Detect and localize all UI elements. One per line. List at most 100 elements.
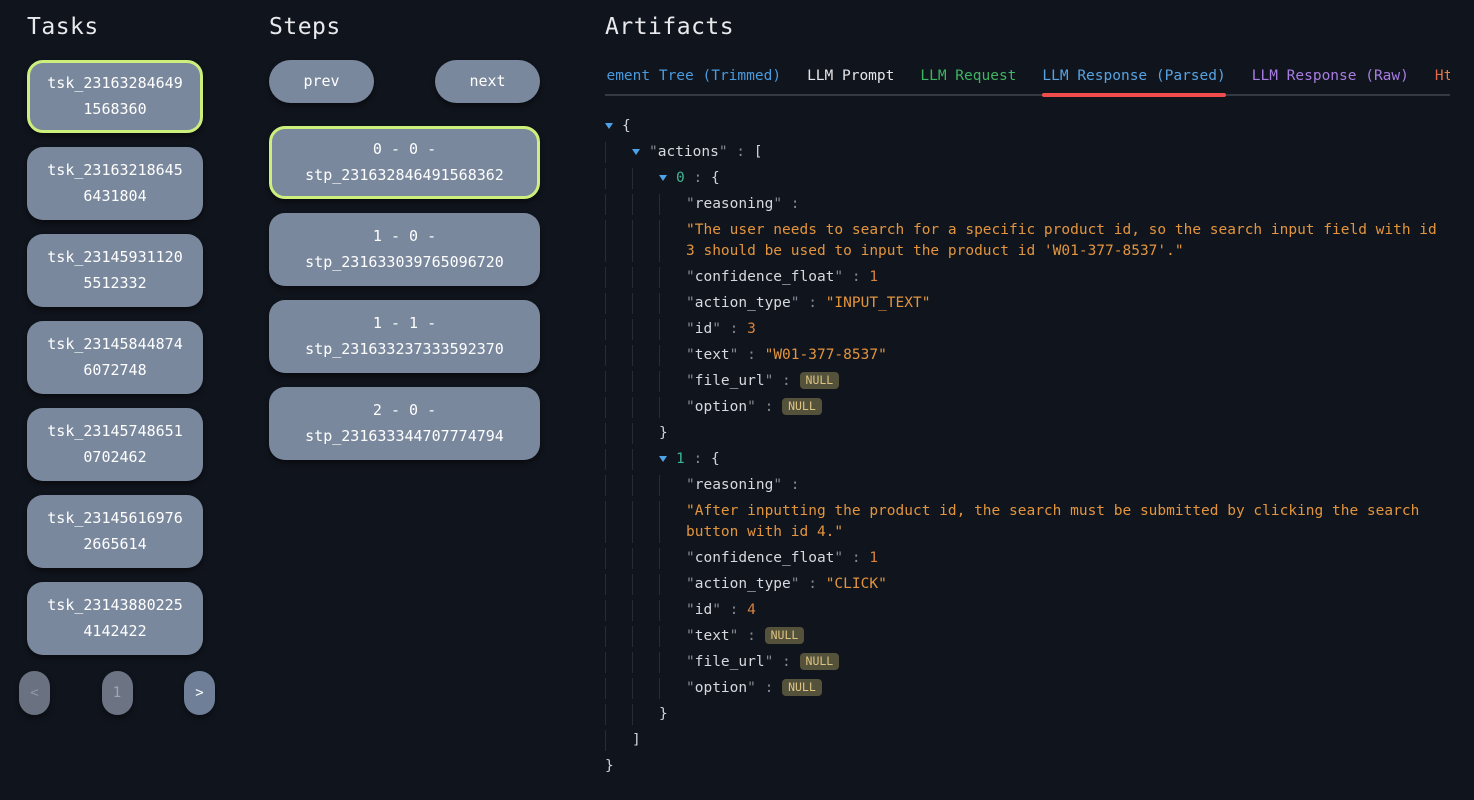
indent-guide: [605, 501, 632, 543]
indent-guide: [605, 652, 632, 673]
indent-guide: [605, 397, 632, 418]
next-step-button[interactable]: next: [435, 60, 540, 103]
json-key: option: [695, 399, 747, 415]
json-tree-row: }: [605, 420, 1450, 446]
task-button[interactable]: tsk_231632186456431804: [27, 147, 203, 220]
prev-step-button[interactable]: prev: [269, 60, 374, 103]
step-button[interactable]: 0 - 0 -stp_231632846491568362: [269, 126, 540, 199]
json-key: text: [695, 628, 730, 644]
json-tree-row: 0 : {: [605, 165, 1450, 191]
tasks-panel: Tasks tsk_231632846491568360tsk_23163218…: [27, 0, 203, 715]
json-key-quote: ": [686, 373, 695, 389]
json-row-content: "The user needs to search for a specific…: [686, 220, 1450, 262]
json-key-quote: ": [712, 321, 721, 337]
step-nav: prev next: [269, 60, 540, 103]
indent-guide: [659, 194, 686, 215]
indent-guide: [632, 626, 659, 647]
json-key-quote: ": [686, 295, 695, 311]
tab-element-tree-trimmed[interactable]: Element Tree (Trimmed): [605, 68, 781, 97]
indent-guide: [659, 501, 686, 543]
indent-guide: [659, 600, 686, 621]
step-prefix: 2 - 0 -: [373, 398, 436, 424]
json-key: id: [695, 602, 712, 618]
json-row-content: "option" : NULL: [686, 678, 1450, 699]
indent-guide: [605, 220, 632, 262]
json-row-content: "action_type" : "CLICK": [686, 574, 1450, 595]
json-key-quote: ": [686, 602, 695, 618]
json-row-content: "option" : NULL: [686, 397, 1450, 418]
json-colon: :: [843, 269, 869, 285]
tab-llm-request[interactable]: LLM Request: [920, 68, 1016, 97]
task-button[interactable]: tsk_231459311205512332: [27, 234, 203, 307]
json-key-quote: ": [686, 576, 695, 592]
collapse-arrow-icon[interactable]: [659, 449, 676, 462]
tab-llm-prompt[interactable]: LLM Prompt: [807, 68, 894, 97]
tab-llm-response-raw[interactable]: LLM Response (Raw): [1252, 68, 1409, 97]
json-colon: :: [685, 170, 711, 186]
json-row-content: "file_url" : NULL: [686, 371, 1450, 392]
indent-guide: [605, 194, 632, 215]
json-colon: :: [728, 144, 754, 160]
json-tree-row: "After inputting the product id, the sea…: [605, 498, 1450, 545]
json-row-content: "text" : NULL: [686, 626, 1450, 647]
pagination-page-button[interactable]: 1: [102, 671, 133, 715]
indent-guide: [659, 678, 686, 699]
json-bracket: {: [622, 118, 631, 134]
json-string-value: "The user needs to search for a specific…: [686, 222, 1446, 259]
indent-guide: [605, 600, 632, 621]
json-row-content: }: [605, 756, 1450, 777]
indent-guide: [605, 704, 632, 725]
task-button[interactable]: tsk_231457486510702462: [27, 408, 203, 481]
step-button[interactable]: 1 - 1 -stp_231633237333592370: [269, 300, 540, 373]
indent-guide: [659, 574, 686, 595]
json-bracket: {: [711, 170, 720, 186]
indent-guide: [632, 423, 659, 444]
indent-guide: [605, 574, 632, 595]
indent-guide: [632, 449, 659, 470]
collapse-arrow-icon[interactable]: [632, 142, 649, 155]
json-row-content: "text" : "W01-377-8537": [686, 345, 1450, 366]
task-button[interactable]: tsk_231456169762665614: [27, 495, 203, 568]
json-string-value: "W01-377-8537": [765, 347, 887, 363]
json-row-content: 0 : {: [676, 168, 1450, 189]
tab-llm-response-parsed[interactable]: LLM Response (Parsed): [1042, 68, 1225, 97]
collapse-arrow-icon[interactable]: [659, 168, 676, 181]
json-tree-row: "id" : 3: [605, 316, 1450, 342]
tab-row: Element Tree (Trimmed) LLM Prompt LLM Requ…: [605, 68, 1450, 97]
pagination-prev-button[interactable]: <: [19, 671, 50, 715]
json-key-quote: ": [747, 680, 756, 696]
json-key-quote: ": [747, 399, 756, 415]
step-list: 0 - 0 -stp_2316328464915683621 - 0 -stp_…: [269, 126, 540, 460]
json-number-value: 1: [869, 269, 878, 285]
tab-html-raw[interactable]: Html (Raw): [1435, 68, 1450, 97]
step-id: stp_231633344707774794: [305, 424, 504, 450]
json-colon: :: [738, 347, 764, 363]
indent-guide: [659, 626, 686, 647]
step-prefix: 1 - 0 -: [373, 224, 436, 250]
indent-guide: [605, 345, 632, 366]
collapse-arrow-icon[interactable]: [605, 116, 622, 129]
pagination-next-button[interactable]: >: [184, 671, 215, 715]
json-row-content: "actions" : [: [649, 142, 1450, 163]
json-key-quote: ": [791, 576, 800, 592]
indent-guide: [605, 548, 632, 569]
indent-guide: [659, 267, 686, 288]
step-button[interactable]: 1 - 0 -stp_231633039765096720: [269, 213, 540, 286]
json-colon: :: [800, 295, 826, 311]
null-badge: NULL: [765, 627, 805, 644]
task-list: tsk_231632846491568360 tsk_23163218645643…: [27, 60, 203, 655]
json-colon: :: [773, 654, 799, 670]
indent-guide: [659, 475, 686, 496]
task-button[interactable]: tsk_231458448746072748: [27, 321, 203, 394]
step-prefix: 0 - 0 -: [373, 137, 436, 163]
indent-guide: [632, 267, 659, 288]
indent-guide: [632, 397, 659, 418]
json-colon: :: [773, 373, 799, 389]
json-string-value: "INPUT_TEXT": [826, 295, 931, 311]
artifacts-panel: Artifacts Element Tree (Trimmed)LLM Prom…: [605, 0, 1450, 779]
task-button[interactable]: tsk_231632846491568360: [27, 60, 203, 133]
json-tree-row: "reasoning" :: [605, 472, 1450, 498]
task-button[interactable]: tsk_231438802254142422: [27, 582, 203, 655]
json-row-content: "action_type" : "INPUT_TEXT": [686, 293, 1450, 314]
step-button[interactable]: 2 - 0 -stp_231633344707774794: [269, 387, 540, 460]
